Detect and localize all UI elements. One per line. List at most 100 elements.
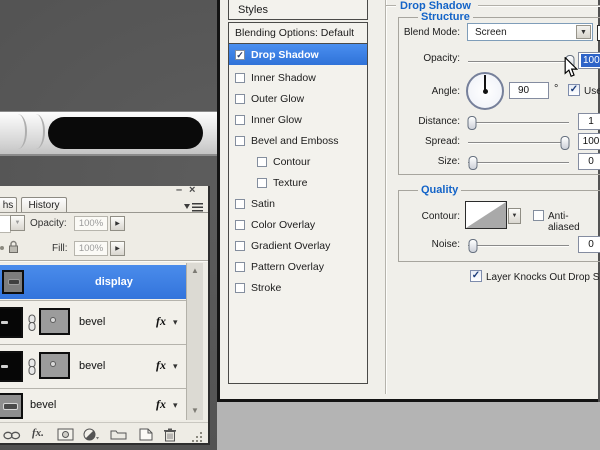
style-item-satin[interactable]: Satin	[229, 193, 367, 214]
add-layer-mask-icon[interactable]	[57, 428, 74, 441]
fx-badge[interactable]: fx	[156, 358, 166, 373]
scroll-up-icon[interactable]: ▲	[191, 267, 199, 275]
anti-aliased-label: Anti-aliased	[548, 211, 598, 233]
style-checkbox[interactable]: ✓	[235, 50, 245, 60]
opacity-value-field[interactable]: 100	[578, 52, 600, 69]
style-item-drop-shadow[interactable]: ✓ Drop Shadow	[229, 44, 367, 65]
style-checkbox[interactable]	[235, 262, 245, 272]
layers-scrollbar[interactable]: ▲ ▼	[186, 263, 203, 420]
distance-value-field[interactable]: 1	[578, 113, 600, 130]
layer-row-bevel-1[interactable]: bevel fx ▾	[0, 300, 186, 343]
resize-grip[interactable]	[192, 432, 203, 442]
angle-value-field[interactable]: 90	[509, 82, 549, 99]
layer-row-bevel-3[interactable]: bevel fx ▾	[0, 388, 186, 420]
style-checkbox[interactable]	[235, 94, 245, 104]
style-checkbox[interactable]	[257, 178, 267, 188]
spread-value-field[interactable]: 100	[578, 133, 600, 150]
opacity-slider[interactable]	[468, 61, 574, 63]
distance-label: Distance:	[350, 116, 460, 127]
adjustment-layer-icon[interactable]	[83, 428, 99, 441]
new-layer-icon[interactable]	[138, 428, 153, 441]
effect-mask-thumbnail[interactable]	[39, 352, 70, 379]
palette-close-button[interactable]: ×	[189, 185, 195, 196]
layers-opacity-stepper[interactable]: ▶	[110, 216, 125, 231]
style-item-contour[interactable]: Contour	[229, 151, 367, 172]
title-rule	[478, 5, 600, 7]
angle-degree-unit: °	[554, 83, 558, 95]
noise-slider[interactable]	[468, 245, 569, 247]
scroll-down-icon[interactable]: ▼	[191, 407, 199, 415]
palette-menu-icon[interactable]	[184, 203, 204, 212]
style-item-pattern-overlay[interactable]: Pattern Overlay	[229, 256, 367, 277]
fx-collapse-caret[interactable]: ▾	[173, 361, 178, 372]
style-item-color-overlay[interactable]: Color Overlay	[229, 214, 367, 235]
contour-picker-arrow[interactable]: ▼	[508, 208, 521, 224]
tab-history[interactable]: History	[21, 197, 67, 212]
style-checkbox[interactable]	[235, 283, 245, 293]
style-item-inner-shadow[interactable]: Inner Shadow	[229, 67, 367, 88]
style-checkbox[interactable]	[235, 220, 245, 230]
lock-icon-clipped[interactable]	[0, 246, 4, 250]
add-layer-style-icon[interactable]: fx.	[32, 427, 44, 439]
style-item-bevel-and-emboss[interactable]: Bevel and Emboss	[229, 130, 367, 151]
style-item-stroke[interactable]: Stroke	[229, 277, 367, 298]
layer-thumbnail[interactable]	[0, 307, 23, 338]
style-item-gradient-overlay[interactable]: Gradient Overlay	[229, 235, 367, 256]
spread-label: Spread:	[350, 136, 460, 147]
new-group-icon[interactable]	[110, 428, 127, 440]
layers-fill-value[interactable]: 100%	[74, 241, 108, 256]
anti-aliased-checkbox[interactable]	[533, 210, 544, 221]
delete-layer-icon[interactable]	[163, 428, 177, 442]
style-item-outer-glow[interactable]: Outer Glow	[229, 88, 367, 109]
layer-thumbnail[interactable]	[0, 393, 23, 419]
fx-badge[interactable]: fx	[156, 314, 166, 329]
layer-row-display[interactable]: display	[0, 265, 186, 299]
tabbar-divider	[0, 212, 208, 213]
angle-label: Angle:	[350, 86, 460, 97]
distance-slider-thumb[interactable]	[468, 116, 477, 130]
style-checkbox[interactable]	[235, 73, 245, 83]
spread-slider-thumb[interactable]	[560, 136, 569, 150]
style-item-blending-options[interactable]: Blending Options: Default	[229, 23, 367, 44]
distance-slider[interactable]	[468, 122, 569, 124]
palette-separator	[0, 260, 208, 262]
style-checkbox[interactable]	[235, 115, 245, 125]
lock-icon[interactable]	[8, 240, 19, 254]
spread-slider[interactable]	[468, 142, 569, 144]
style-item-texture[interactable]: Texture	[229, 172, 367, 193]
palette-minimize-button[interactable]: –	[176, 185, 182, 196]
fx-collapse-caret[interactable]: ▾	[173, 400, 178, 411]
effect-mask-thumbnail[interactable]	[39, 308, 70, 335]
selected-text: 100	[581, 54, 600, 67]
layer-knockout-checkbox[interactable]: ✓	[470, 270, 482, 282]
layer-thumbnail[interactable]	[0, 351, 23, 382]
layers-fill-stepper[interactable]: ▶	[110, 241, 125, 256]
contour-shape	[466, 202, 506, 228]
blend-mode-select[interactable]: Screen ▼	[467, 23, 593, 41]
layer-thumbnail[interactable]	[2, 270, 24, 294]
size-value-field[interactable]: 0	[578, 153, 600, 170]
layers-opacity-value[interactable]: 100%	[74, 216, 108, 231]
size-slider-thumb[interactable]	[469, 156, 478, 170]
angle-dial[interactable]	[466, 72, 504, 110]
blend-mode-label: Blend Mode:	[350, 27, 460, 38]
artwork-arc	[9, 114, 27, 149]
blend-mode-dropdown-arrow[interactable]: ▼	[10, 215, 25, 231]
layer-row-bevel-2[interactable]: bevel fx ▾	[0, 344, 186, 387]
link-layers-icon[interactable]	[3, 431, 22, 440]
size-slider[interactable]	[468, 162, 569, 164]
noise-slider-thumb[interactable]	[469, 239, 478, 253]
style-item-inner-glow[interactable]: Inner Glow	[229, 109, 367, 130]
use-global-light-checkbox[interactable]: ✓	[568, 84, 580, 96]
style-checkbox[interactable]	[235, 199, 245, 209]
fx-badge[interactable]: fx	[156, 397, 166, 412]
fx-collapse-caret[interactable]: ▾	[173, 317, 178, 328]
combo-arrow-icon[interactable]: ▼	[576, 25, 591, 39]
noise-value-field[interactable]: 0	[578, 236, 600, 253]
style-checkbox[interactable]	[235, 241, 245, 251]
tab-paths[interactable]: hs	[0, 197, 17, 212]
style-checkbox[interactable]	[257, 157, 267, 167]
style-checkbox[interactable]	[235, 136, 245, 146]
contour-thumbnail[interactable]	[465, 201, 507, 229]
size-label: Size:	[350, 156, 460, 167]
